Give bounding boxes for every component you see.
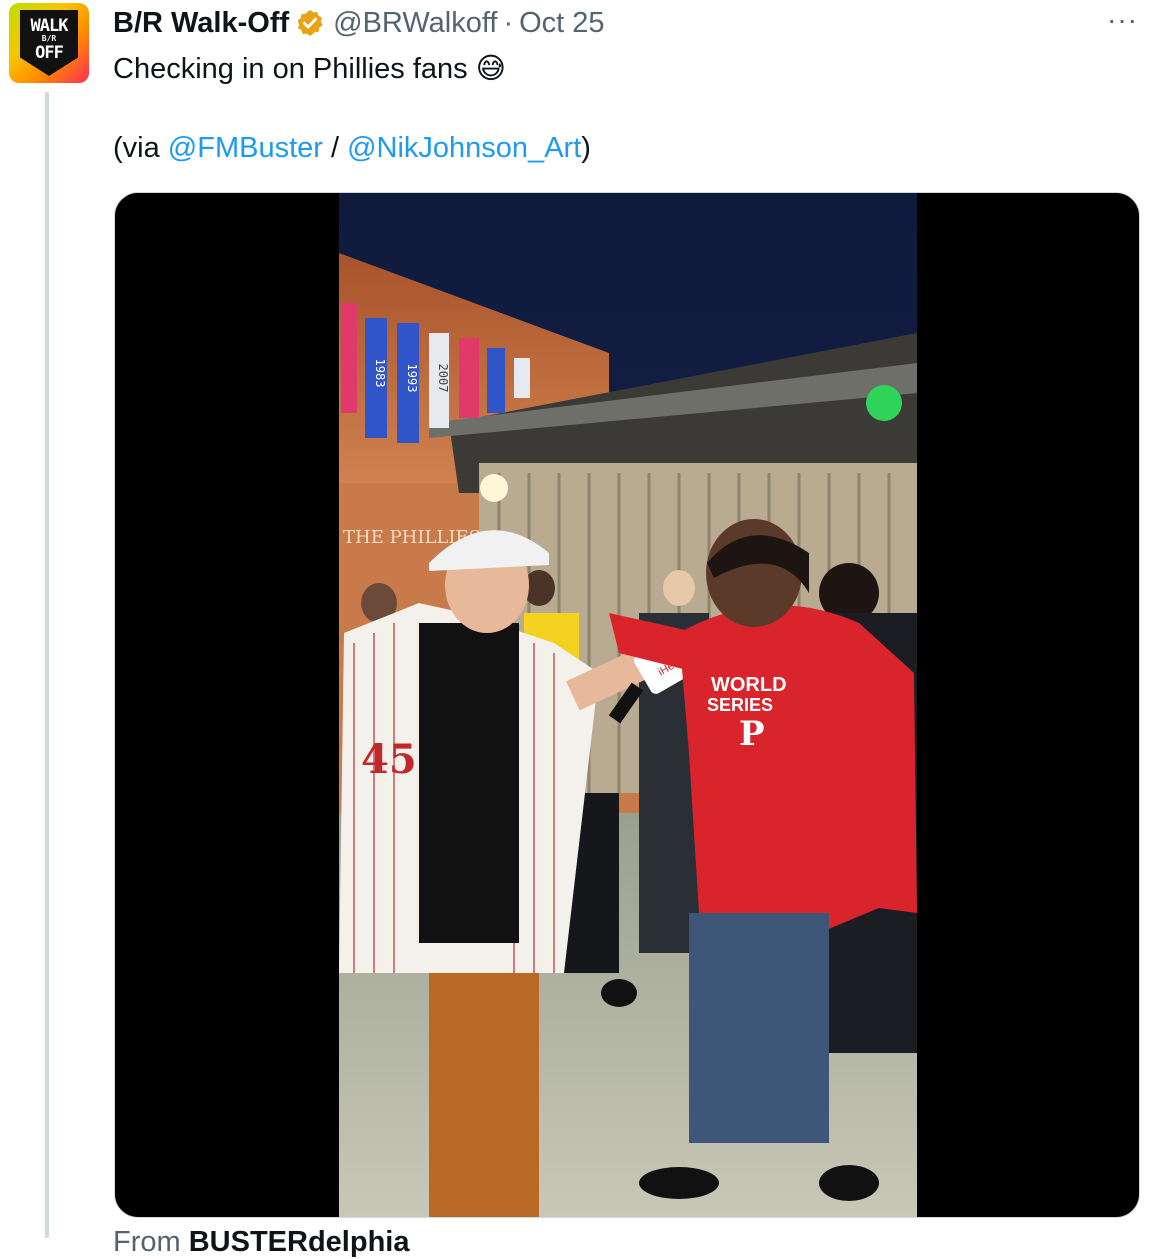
video-source[interactable]: From BUSTERdelphia bbox=[113, 1226, 409, 1259]
banner-year-2: 1993 bbox=[405, 364, 419, 393]
banner-year-3: 2007 bbox=[436, 364, 450, 393]
via-prefix: (via bbox=[113, 132, 168, 164]
grinning-sweat-emoji-icon: 😅 bbox=[475, 51, 506, 85]
avatar-line-2: B/R bbox=[41, 34, 57, 43]
walkoff-logo: WALK B/R OFF bbox=[20, 10, 78, 76]
author-name[interactable]: B/R Walk-Off bbox=[113, 7, 289, 40]
hoodie-line-1: WORLD bbox=[711, 674, 787, 696]
verified-badge-icon[interactable] bbox=[295, 8, 325, 38]
author-handle[interactable]: @BRWalkoff bbox=[333, 7, 497, 40]
video-player[interactable]: 1983 1993 2007 THE PHILLIES 45 WORLD SER… bbox=[114, 192, 1140, 1218]
tweet-body: Checking in on Phillies fans bbox=[113, 53, 468, 85]
separator-dot: · bbox=[503, 6, 514, 39]
via-suffix: ) bbox=[581, 132, 591, 164]
via-line: (via @FMBuster / @NikJohnson_Art) bbox=[113, 128, 591, 168]
avatar-line-3: OFF bbox=[35, 43, 64, 63]
avatar-line-1: WALK bbox=[30, 16, 69, 36]
mention-fmbuster[interactable]: @FMBuster bbox=[168, 132, 323, 164]
tweet-header: B/R Walk-Off @BRWalkoff · Oct 25 bbox=[113, 5, 605, 41]
thread-line bbox=[45, 92, 49, 1238]
tweet-text: Checking in on Phillies fans 😅 bbox=[113, 48, 506, 89]
hoodie-line-2: SERIES bbox=[707, 695, 773, 715]
video-frame[interactable]: 1983 1993 2007 THE PHILLIES 45 WORLD SER… bbox=[339, 193, 917, 1217]
via-separator: / bbox=[322, 132, 348, 164]
mention-nikjohnson[interactable]: @NikJohnson_Art bbox=[347, 132, 581, 164]
from-prefix: From bbox=[113, 1226, 181, 1258]
tweet-date[interactable]: Oct 25 bbox=[519, 7, 604, 40]
video-scene: 1983 1993 2007 THE PHILLIES 45 WORLD SER… bbox=[339, 193, 917, 1217]
hoodie-logo: P bbox=[739, 714, 765, 754]
author-avatar[interactable]: WALK B/R OFF bbox=[9, 3, 89, 83]
jersey-number: 45 bbox=[361, 736, 417, 783]
more-options-icon[interactable]: ··· bbox=[1107, 6, 1138, 34]
banner-year-1: 1983 bbox=[373, 359, 387, 388]
from-source[interactable]: BUSTERdelphia bbox=[189, 1226, 410, 1258]
